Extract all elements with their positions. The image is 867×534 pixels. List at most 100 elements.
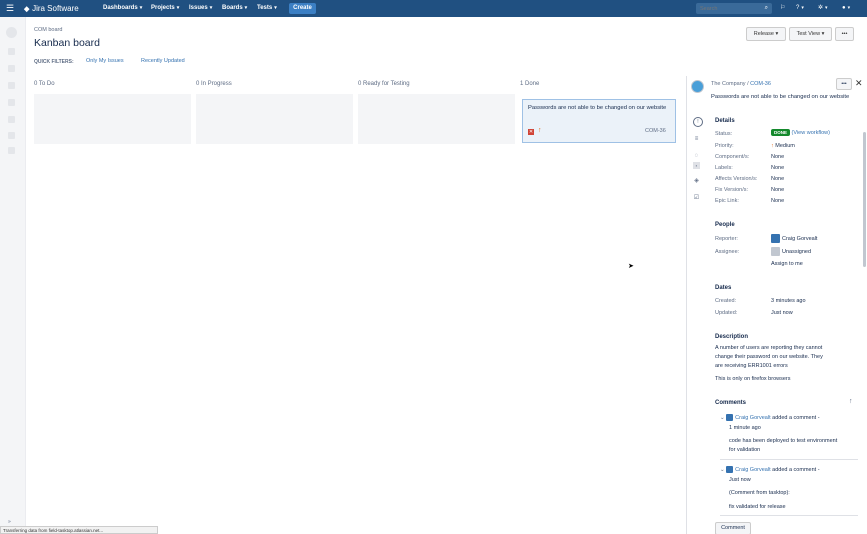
top-navigation-bar: ☰ ◆ Jira Software Dashboards ▾ Projects ▾ … xyxy=(0,0,867,17)
browser-status-bar: Transferring data from field-tasktop.atl… xyxy=(0,526,158,534)
fix-versions-value[interactable]: None xyxy=(771,187,784,193)
details-tab-icon[interactable]: ! xyxy=(693,117,703,127)
description-heading: Description xyxy=(715,334,749,340)
column-lane-ready-for-testing[interactable] xyxy=(358,94,515,144)
project-avatar xyxy=(691,80,704,93)
menu-projects[interactable]: Projects ▾ xyxy=(151,0,179,17)
notifications-icon[interactable]: ⚐ xyxy=(780,0,785,17)
help-icon[interactable]: ? ▾ xyxy=(796,0,804,17)
menu-dashboards[interactable]: Dashboards ▾ xyxy=(103,0,142,17)
labels-tab-icon[interactable]: ◈ xyxy=(693,178,700,185)
detail-issue-key[interactable]: COM-36 xyxy=(750,81,771,87)
search-icon[interactable]: ⌕ xyxy=(765,3,768,14)
collapse-chevron-icon[interactable]: ⌄ xyxy=(720,467,725,473)
sidebar-collapse-icon[interactable]: » xyxy=(8,519,11,525)
comment-divider xyxy=(720,459,858,460)
detail-summary[interactable]: Passwords are not able to be changed on … xyxy=(711,93,851,102)
sidebar-issues-icon[interactable] xyxy=(8,116,15,123)
dates-heading: Dates xyxy=(715,285,732,291)
app-switcher-icon[interactable]: ☰ xyxy=(6,0,14,17)
menu-tests[interactable]: Tests ▾ xyxy=(257,0,277,17)
comment-action: added a comment - xyxy=(772,414,820,421)
status-badge: DONE xyxy=(771,129,791,136)
reporter-value[interactable]: Craig Gorvealt xyxy=(771,234,817,243)
sidebar-add-item-icon[interactable] xyxy=(8,147,15,154)
assignee-value[interactable]: Unassigned xyxy=(771,247,811,256)
comment-author[interactable]: Craig Gorvealt xyxy=(735,467,770,473)
description-line[interactable]: change their password on our website. Th… xyxy=(715,354,823,360)
column-count: 0 xyxy=(34,81,38,87)
menu-issues[interactable]: Issues ▾ xyxy=(189,0,212,17)
detail-breadcrumb: The Company / COM-36 xyxy=(711,81,771,87)
detail-scrollbar[interactable] xyxy=(863,132,866,267)
release-button[interactable]: Release ▾ xyxy=(746,27,786,41)
sidebar-reports-icon[interactable] xyxy=(8,82,15,89)
sidebar-components-icon[interactable] xyxy=(8,132,15,139)
menu-dashboards-label: Dashboards xyxy=(103,5,138,11)
comment-time[interactable]: Just now xyxy=(729,477,751,483)
quick-filter-recently-updated[interactable]: Recently Updated xyxy=(141,58,185,64)
description-tab-icon[interactable]: ≡ xyxy=(693,136,700,143)
comment-time[interactable]: 1 minute ago xyxy=(729,425,761,431)
components-value[interactable]: None xyxy=(771,154,784,160)
collapse-chevron-icon[interactable]: ⌄ xyxy=(720,415,725,421)
comment-author[interactable]: Craig Gorvealt xyxy=(735,415,770,421)
comment-header: ⌄ Craig Gorvealt added a comment - xyxy=(720,414,820,421)
affects-versions-value[interactable]: None xyxy=(771,176,784,182)
page-title: Kanban board xyxy=(34,37,100,49)
menu-boards[interactable]: Boards ▾ xyxy=(222,0,247,17)
search-input[interactable] xyxy=(696,3,758,14)
menu-boards-label: Boards xyxy=(222,5,243,11)
sidebar-releases-icon[interactable] xyxy=(8,99,15,106)
assignee-name: Unassigned xyxy=(782,248,812,255)
issue-card-key[interactable]: COM-36 xyxy=(645,128,666,134)
assign-to-me-link[interactable]: Assign to me xyxy=(771,261,803,267)
column-name: Ready for Testing xyxy=(363,81,410,87)
priority-text: Medium xyxy=(775,143,795,149)
create-button[interactable]: Create xyxy=(289,3,316,14)
sort-arrow-up-icon[interactable]: ↑ xyxy=(849,398,853,405)
board-more-button[interactable]: ••• xyxy=(835,27,854,41)
view-selector-button[interactable]: Test View ▾ xyxy=(789,27,832,41)
user-avatar-icon xyxy=(771,234,780,243)
attachments-tab-icon[interactable]: ▪ xyxy=(693,162,700,169)
description-line[interactable]: A number of users are reporting they can… xyxy=(715,345,822,351)
view-workflow-link[interactable]: (View workflow) xyxy=(792,130,830,136)
issue-detail-panel: The Company / COM-36 ••• ✕ Passwords are… xyxy=(686,76,867,534)
jira-logo-icon: ◆ xyxy=(24,6,30,13)
priority-value[interactable]: ↑ Medium xyxy=(771,143,795,149)
breadcrumb[interactable]: COM board xyxy=(34,27,62,33)
detail-more-button[interactable]: ••• xyxy=(836,78,852,90)
user-avatar-icon xyxy=(726,466,734,473)
column-lane-to-do[interactable] xyxy=(34,94,191,144)
created-value: 3 minutes ago xyxy=(771,298,806,304)
issue-card[interactable]: Passwords are not able to be changed on … xyxy=(522,99,676,143)
priority-medium-icon: ↑ xyxy=(771,143,774,149)
comment-button[interactable]: Comment xyxy=(715,522,751,534)
column-lane-in-progress[interactable] xyxy=(196,94,353,144)
updated-label: Updated: xyxy=(715,310,738,316)
comment-header: ⌄ Craig Gorvealt added a comment - xyxy=(720,466,820,473)
sidebar-board-icon[interactable] xyxy=(8,65,15,72)
view-selector-label: Test View xyxy=(796,31,821,37)
quick-filters-label: QUICK FILTERS: xyxy=(34,59,74,65)
jira-logo[interactable]: ◆ Jira Software xyxy=(24,0,79,17)
project-avatar-icon[interactable] xyxy=(6,27,17,38)
search-box[interactable]: ⌕ xyxy=(696,3,772,14)
checklist-tab-icon[interactable]: ☑ xyxy=(693,195,700,202)
detail-project-name[interactable]: The Company / xyxy=(711,81,749,87)
close-icon[interactable]: ✕ xyxy=(855,78,863,89)
epic-link-value[interactable]: None xyxy=(771,198,784,204)
comments-tab-icon[interactable]: ◌ xyxy=(693,153,700,160)
user-profile-icon[interactable]: ● ▾ xyxy=(842,0,850,17)
sidebar-backlog-icon[interactable] xyxy=(8,48,15,55)
details-heading: Details xyxy=(715,118,735,124)
quick-filter-only-my-issues[interactable]: Only My Issues xyxy=(86,58,124,64)
labels-value[interactable]: None xyxy=(771,165,784,171)
description-line[interactable]: This is only on firefox browsers xyxy=(715,376,791,382)
column-header-ready-for-testing: 0 Ready for Testing xyxy=(358,81,410,87)
settings-gear-icon[interactable]: ✲ ▾ xyxy=(818,0,828,17)
description-line[interactable]: are receiving ERR1001 errors xyxy=(715,363,788,369)
priority-medium-icon: ↑ xyxy=(538,127,542,134)
unassigned-avatar-icon xyxy=(771,247,780,256)
